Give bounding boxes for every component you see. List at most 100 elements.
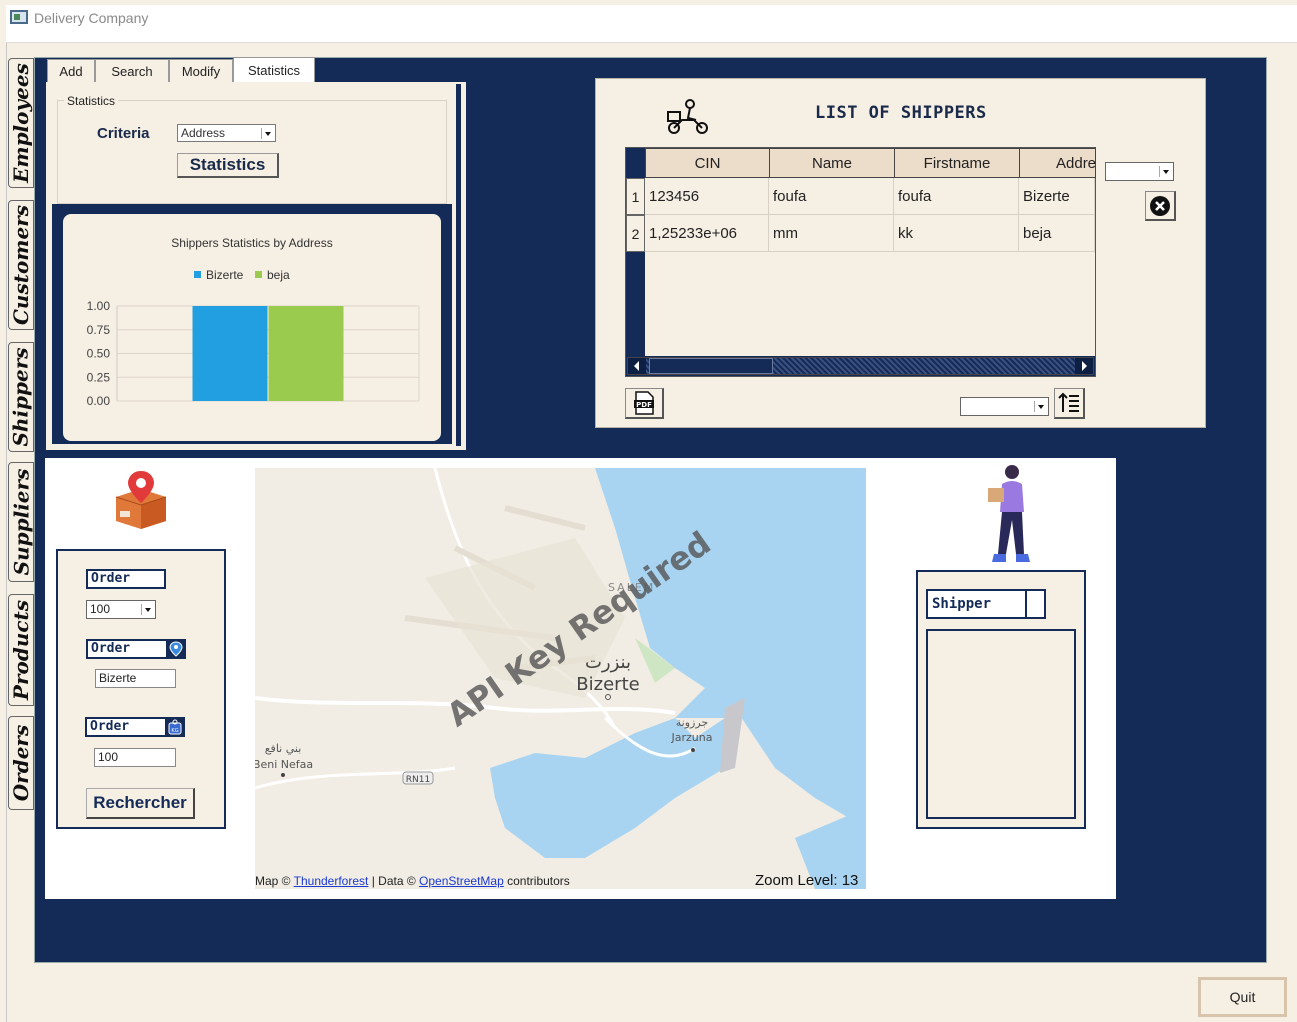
column-header-firstname[interactable]: Firstname (894, 148, 1020, 178)
right-strip (1267, 57, 1297, 963)
row-header[interactable]: 1 (626, 178, 645, 215)
shipper-list[interactable] (926, 629, 1076, 819)
table-cell[interactable]: foufa (769, 178, 894, 215)
y-tick-label: 0.75 (87, 323, 111, 337)
legend-label: Bizerte (206, 268, 244, 282)
bar-bizerte (192, 306, 268, 401)
table-cell[interactable]: 123456 (645, 178, 769, 215)
side-tab-shippers[interactable]: Shippers (8, 342, 34, 452)
bar-beja (268, 306, 344, 401)
side-tab-label: Employees (9, 63, 34, 183)
search-orders-button[interactable]: Rechercher (86, 788, 195, 819)
map-label-city: Bizerte (576, 674, 639, 695)
openstreetmap-link[interactable]: OpenStreetMap (419, 874, 504, 888)
chart-legend: Bizerte beja (194, 268, 290, 282)
side-tab-label: Orders (9, 724, 33, 802)
tab-add[interactable]: Add (47, 59, 95, 82)
column-header-name[interactable]: Name (769, 148, 895, 178)
attribution-text: contributors (507, 874, 570, 888)
row-header[interactable]: 2 (626, 215, 645, 252)
table-cell[interactable]: 1,25233e+06 (645, 215, 769, 252)
side-tab-products[interactable]: Products (8, 594, 34, 706)
table-row[interactable]: 123456 foufa foufa Bizerte (645, 178, 1095, 215)
address-input[interactable]: Bizerte (95, 669, 176, 688)
order-label: Order (86, 569, 166, 589)
location-pin-icon (166, 639, 185, 659)
clear-button[interactable] (1145, 191, 1176, 221)
window-title: Delivery Company (34, 10, 149, 26)
scrollbar-thumb[interactable] (649, 358, 773, 374)
map-label-road: RN11 (406, 775, 430, 785)
map-label-city-ar: بنزرت (585, 652, 631, 673)
side-tab-customers[interactable]: Customers (8, 200, 34, 330)
side-tab-suppliers[interactable]: Suppliers (8, 462, 34, 582)
chevron-down-icon (261, 128, 273, 139)
delivery-scooter-icon (667, 99, 708, 134)
order-label-text: Order (90, 719, 130, 734)
order-form (56, 549, 226, 829)
tab-statistics[interactable]: Statistics (233, 57, 315, 82)
panel-divider (456, 84, 461, 446)
tab-modify[interactable]: Modify (169, 59, 233, 82)
filter-select[interactable] (1105, 162, 1174, 181)
criteria-select-value: Address (181, 126, 226, 140)
title-bar (6, 5, 1297, 43)
table-row[interactable]: 1,25233e+06 mm kk beja (645, 215, 1095, 252)
legend-label: beja (267, 268, 290, 282)
side-tab-employees[interactable]: Employees (8, 58, 34, 188)
map-tiles: SALEM بنزرت Bizerte جرزونة Jarzuna بني ن… (255, 468, 866, 889)
zoom-level: Zoom Level: 13 (755, 872, 859, 889)
statistics-group (57, 100, 447, 204)
table-cell[interactable]: foufa (894, 178, 1019, 215)
y-tick-label: 0.25 (87, 370, 111, 384)
order-select-value: 100 (90, 602, 111, 616)
sort-button[interactable] (1054, 388, 1085, 419)
pdf-icon-label: PDF (636, 401, 652, 409)
table-cell[interactable]: beja (1019, 215, 1095, 252)
statistics-button[interactable]: Statistics (177, 153, 279, 178)
side-tab-label: Suppliers (9, 468, 34, 576)
table-cell[interactable]: kk (894, 215, 1019, 252)
side-tab-label: Shippers (9, 347, 34, 447)
scroll-left-icon[interactable] (628, 358, 646, 374)
shippers-list-title: LIST OF SHIPPERS (815, 103, 987, 123)
side-tab-label: Products (9, 599, 33, 701)
map-view[interactable]: SALEM بنزرت Bizerte جرزونة Jarzuna بني ن… (255, 468, 866, 889)
criteria-select[interactable]: Address (177, 124, 276, 142)
order-select[interactable]: 100 (86, 600, 156, 619)
package-location-icon (115, 471, 167, 529)
side-tab-orders[interactable]: Orders (8, 716, 34, 810)
attribution-text: | Data © (371, 874, 416, 888)
map-label-jarzuna: Jarzuna (671, 731, 713, 744)
sort-list-icon (1058, 392, 1079, 412)
chevron-down-icon (141, 604, 153, 615)
quit-button[interactable]: Quit (1198, 977, 1287, 1017)
shipper-label: Shipper (926, 589, 1046, 619)
y-tick-label: 0.50 (87, 347, 111, 361)
thunderforest-link[interactable]: Thunderforest (294, 874, 369, 888)
map-label-beni-nafaa-ar: بني نافع (265, 742, 302, 755)
side-tab-label: Customers (9, 205, 34, 325)
map-label-beni-nafaa: Beni Nefaa (255, 758, 313, 771)
tab-search[interactable]: Search (95, 59, 169, 82)
chevron-down-icon (1034, 401, 1046, 412)
sort-select[interactable] (960, 397, 1049, 416)
legend-swatch (255, 271, 262, 278)
weight-input[interactable]: 100 (94, 748, 176, 767)
y-tick-label: 0.00 (87, 394, 111, 408)
map-label-jarzuna-ar: جرزونة (676, 716, 708, 729)
attribution-text: Map © (255, 874, 291, 888)
column-header-cin[interactable]: CIN (645, 148, 770, 178)
scroll-right-icon[interactable] (1075, 358, 1093, 374)
map-attribution: Map © Thunderforest | Data © OpenStreetM… (255, 874, 570, 888)
table-cell[interactable]: mm (769, 215, 894, 252)
close-circle-icon (1150, 195, 1170, 216)
column-header-address[interactable]: Addre (1019, 148, 1096, 178)
order-label-text: Order (91, 641, 131, 656)
table-cell[interactable]: Bizerte (1019, 178, 1095, 215)
chevron-down-icon (1159, 166, 1171, 177)
export-pdf-button[interactable]: PDF (625, 388, 664, 419)
app-icon (10, 10, 28, 24)
shippers-chart: Shippers Statistics by Address Bizerte be… (87, 236, 420, 408)
legend-swatch (194, 271, 201, 278)
